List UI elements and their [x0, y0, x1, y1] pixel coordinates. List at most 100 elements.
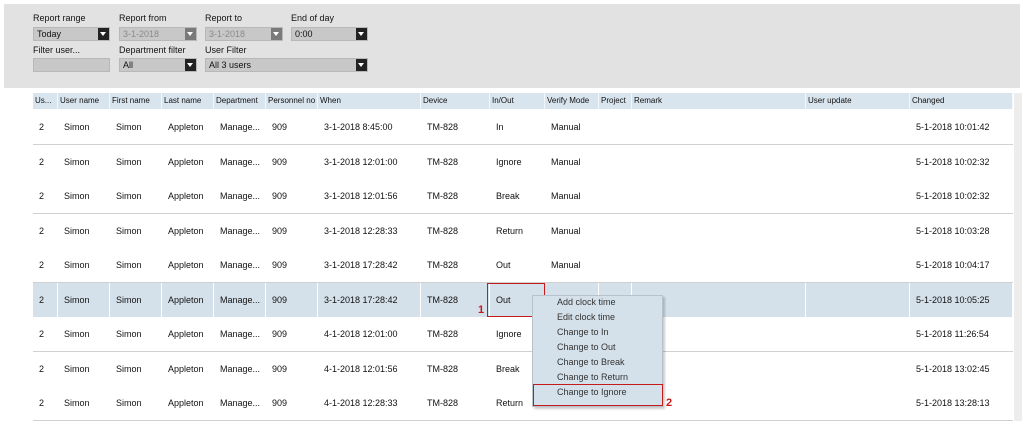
- cell-user-id: 2: [39, 157, 45, 167]
- menu-item-change-to-in[interactable]: Change to In: [557, 327, 609, 337]
- col-personnel-no-header[interactable]: Personnel no: [266, 93, 318, 109]
- col-remark-header[interactable]: Remark: [632, 93, 806, 109]
- cell-changed: 5-1-2018 10:05:25: [914, 283, 1013, 317]
- cell-when: 3-1-2018 12:01:56: [324, 191, 398, 201]
- col-changed-header[interactable]: Changed: [910, 93, 1013, 109]
- cell-first-name: Simon: [116, 122, 142, 132]
- end-of-day-select[interactable]: 0:00: [291, 27, 368, 41]
- col-verify-mode-header[interactable]: Verify Mode: [545, 93, 599, 109]
- filter-user-label: Filter user...: [33, 45, 81, 55]
- col-user-name-header[interactable]: User name: [58, 93, 110, 109]
- cell-changed: 5-1-2018 10:02:32: [916, 157, 990, 167]
- filter-panel: Report range Today Report from 3-1-2018 …: [4, 4, 1020, 88]
- table-row[interactable]: 2 Simon Simon Appleton Manage... 909 3-1-2018 …: [33, 110, 1013, 145]
- col-user-update-header[interactable]: User update: [806, 93, 910, 109]
- col-when-header[interactable]: When: [318, 93, 421, 109]
- report-range-value: Today: [37, 29, 62, 39]
- chevron-down-icon: [185, 59, 196, 71]
- report-range-label: Report range: [33, 13, 86, 23]
- table-row[interactable]: 2 Simon Simon Appleton Manage... 909 4-1-2018 …: [33, 386, 1013, 421]
- report-to-label: Report to: [205, 13, 243, 23]
- cell-last-name: Appleton: [168, 226, 204, 236]
- col-user-id-header[interactable]: Us...: [33, 93, 58, 109]
- table-row[interactable]: 2 Simon Simon Appleton Manage... 909 3-1-2018 …: [33, 145, 1013, 180]
- cell-personnel-no: 909: [272, 191, 288, 201]
- cell-personnel-no: 909: [272, 157, 288, 167]
- table-row[interactable]: 2 Simon Simon Appleton Manage... 909 3-1-2018 …: [33, 248, 1013, 283]
- cell-user-update: [810, 214, 910, 248]
- cell-device: TM-828: [427, 398, 459, 408]
- cell-project: [603, 248, 632, 282]
- menu-item-change-to-out[interactable]: Change to Out: [557, 342, 616, 352]
- cell-when: 3-1-2018 12:01:00: [324, 157, 398, 167]
- department-filter-select[interactable]: All: [119, 58, 197, 72]
- menu-item-edit-clock-time[interactable]: Edit clock time: [557, 312, 615, 322]
- cell-user-update: [810, 283, 910, 317]
- cell-user-id: 2: [39, 398, 45, 408]
- cell-user-id: 2: [39, 329, 45, 339]
- cell-device: TM-828: [427, 191, 459, 201]
- cell-department: Manage...: [220, 260, 261, 270]
- cell-device: TM-828: [427, 157, 459, 167]
- user-filter-value: All 3 users: [209, 60, 252, 70]
- table-header: Us... User name First name Last name Departm…: [33, 93, 1013, 109]
- user-filter-label: User Filter: [205, 45, 247, 55]
- col-in-out-header[interactable]: In/Out: [490, 93, 545, 109]
- cell-department: Manage...: [220, 122, 261, 132]
- cell-last-name: Appleton: [168, 364, 204, 374]
- report-to-field[interactable]: 3-1-2018: [205, 27, 283, 41]
- menu-item-change-to-return[interactable]: Change to Return: [557, 372, 628, 382]
- cell-verify-mode: Manual: [551, 191, 581, 201]
- col-last-name-header[interactable]: Last name: [162, 93, 214, 109]
- cell-personnel-no: 909: [272, 122, 288, 132]
- menu-item-add-clock-time[interactable]: Add clock time: [557, 297, 616, 307]
- report-from-value: 3-1-2018: [123, 29, 160, 39]
- end-of-day-value: 0:00: [295, 29, 313, 39]
- cell-last-name: Appleton: [168, 157, 204, 167]
- menu-item-change-to-break[interactable]: Change to Break: [557, 357, 625, 367]
- cell-user-id: 2: [39, 122, 45, 132]
- cell-changed: 5-1-2018 10:01:42: [916, 122, 990, 132]
- cell-department: Manage...: [220, 157, 261, 167]
- cell-when: 3-1-2018 12:28:33: [324, 226, 398, 236]
- report-from-field[interactable]: 3-1-2018: [119, 27, 197, 41]
- user-filter-select[interactable]: All 3 users: [205, 58, 368, 72]
- cell-department: Manage...: [218, 283, 266, 317]
- cell-last-name: Appleton: [168, 329, 204, 339]
- cell-project: [603, 214, 632, 248]
- department-filter-label: Department filter: [119, 45, 186, 55]
- cell-when: 4-1-2018 12:01:56: [324, 364, 398, 374]
- cell-when: 3-1-2018 17:28:42: [322, 283, 421, 317]
- cell-user-update: [810, 352, 910, 386]
- cell-personnel-no: 909: [272, 398, 288, 408]
- cell-changed: 5-1-2018 10:04:17: [916, 260, 990, 270]
- cell-first-name: Simon: [116, 364, 142, 374]
- report-range-select[interactable]: Today: [33, 27, 110, 41]
- cell-last-name: Appleton: [168, 191, 204, 201]
- cell-changed: 5-1-2018 13:28:13: [916, 398, 990, 408]
- cell-verify-mode: Manual: [551, 122, 581, 132]
- table-row[interactable]: 2 Simon Simon Appleton Manage... 909 4-1-2018 …: [33, 352, 1013, 387]
- cell-project: [603, 179, 632, 213]
- annotation-label-1: 1: [478, 304, 485, 316]
- cell-user-update: [810, 145, 910, 179]
- cell-last-name: Appleton: [168, 398, 204, 408]
- chevron-down-icon: [98, 28, 109, 40]
- annotation-label-2: 2: [666, 397, 673, 409]
- cell-user-name: Simon: [64, 398, 90, 408]
- col-project-header[interactable]: Project: [599, 93, 632, 109]
- cell-verify-mode: Manual: [551, 226, 581, 236]
- table-row[interactable]: 2 Simon Simon Appleton Manage... 909 4-1-2018 …: [33, 317, 1013, 352]
- cell-user-name: Simon: [64, 226, 90, 236]
- cell-first-name: Simon: [116, 398, 142, 408]
- col-department-header[interactable]: Department: [214, 93, 266, 109]
- cell-last-name: Appleton: [166, 283, 214, 317]
- col-device-header[interactable]: Device: [421, 93, 490, 109]
- cell-in-out: In: [496, 122, 504, 132]
- filter-user-input[interactable]: [33, 58, 110, 72]
- cell-changed: 5-1-2018 10:03:28: [916, 226, 990, 236]
- vertical-scrollbar[interactable]: [1014, 93, 1022, 421]
- table-row[interactable]: 2 Simon Simon Appleton Manage... 909 3-1-2018 …: [33, 214, 1013, 249]
- col-first-name-header[interactable]: First name: [110, 93, 162, 109]
- table-row[interactable]: 2 Simon Simon Appleton Manage... 909 3-1-2018 …: [33, 179, 1013, 214]
